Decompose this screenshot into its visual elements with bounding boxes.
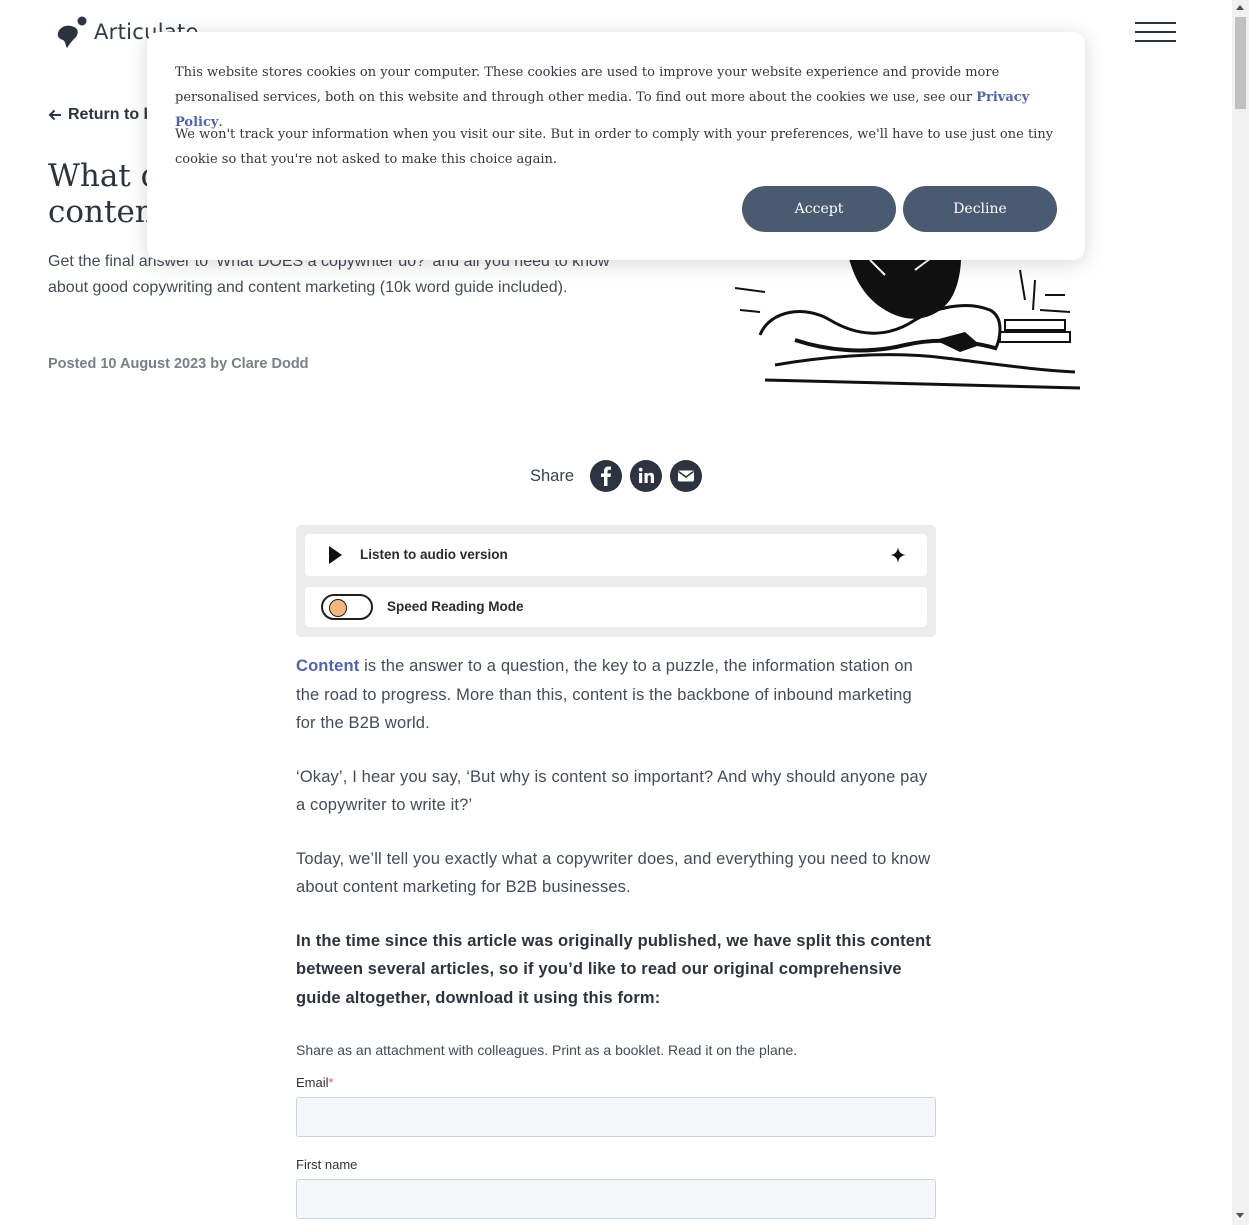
first-name-field[interactable] xyxy=(296,1179,936,1219)
email-label: Email* xyxy=(296,1075,334,1090)
hero-illustration xyxy=(735,240,1081,390)
cookie-banner: This website stores cookies on your comp… xyxy=(147,32,1085,260)
listen-audio-button[interactable]: Listen to audio version xyxy=(305,534,927,576)
page: Articulate Return to blog What does a co… xyxy=(0,0,1232,1225)
article-body: Content is the answer to a question, the… xyxy=(296,652,936,1037)
logo-mark-icon xyxy=(57,16,87,48)
facebook-icon[interactable] xyxy=(590,460,623,492)
email-field[interactable] xyxy=(296,1097,936,1137)
required-mark: * xyxy=(328,1075,334,1090)
share-bar: Share xyxy=(530,460,703,492)
paragraph-text: is the answer to a question, the key to … xyxy=(296,657,913,732)
article-paragraph: ‘Okay’, I hear you say, ‘But why is cont… xyxy=(296,767,928,815)
article-paragraph-bold: In the time since this article was origi… xyxy=(296,931,932,1007)
scroll-thumb[interactable] xyxy=(1235,17,1246,109)
listen-audio-label: Listen to audio version xyxy=(360,547,508,562)
scroll-up-arrow-icon[interactable] xyxy=(1236,5,1244,10)
speed-reading-row: Speed Reading Mode xyxy=(305,587,927,627)
form-intro: Share as an attachment with colleagues. … xyxy=(296,1042,798,1058)
article-paragraph: Content is the answer to a question, the… xyxy=(296,652,936,738)
vertical-scrollbar[interactable] xyxy=(1232,0,1249,1225)
toggle-knob xyxy=(329,599,347,617)
speed-reading-toggle[interactable] xyxy=(321,594,373,620)
audio-widget: Listen to audio version Speed Reading Mo… xyxy=(296,525,936,637)
content-link[interactable]: Content xyxy=(296,657,359,675)
hamburger-menu-icon[interactable] xyxy=(1135,22,1177,42)
speed-reading-label: Speed Reading Mode xyxy=(387,599,524,614)
accept-button[interactable]: Accept xyxy=(742,186,896,232)
decline-button[interactable]: Decline xyxy=(903,186,1057,232)
scroll-down-arrow-icon[interactable] xyxy=(1236,1213,1244,1218)
posted-meta: Posted 10 August 2023 by Clare Dodd xyxy=(48,356,309,372)
share-label: Share xyxy=(530,466,575,485)
email-icon[interactable] xyxy=(670,460,703,492)
arrow-left-icon xyxy=(48,109,61,121)
cookie-text-2: We won't track your information when you… xyxy=(175,127,1054,167)
article-paragraph: Today, we’ll tell you exactly what a cop… xyxy=(296,849,931,897)
sparkle-icon xyxy=(890,547,906,563)
linkedin-icon[interactable] xyxy=(630,460,663,492)
first-name-label: First name xyxy=(296,1157,358,1172)
play-icon xyxy=(329,546,342,564)
